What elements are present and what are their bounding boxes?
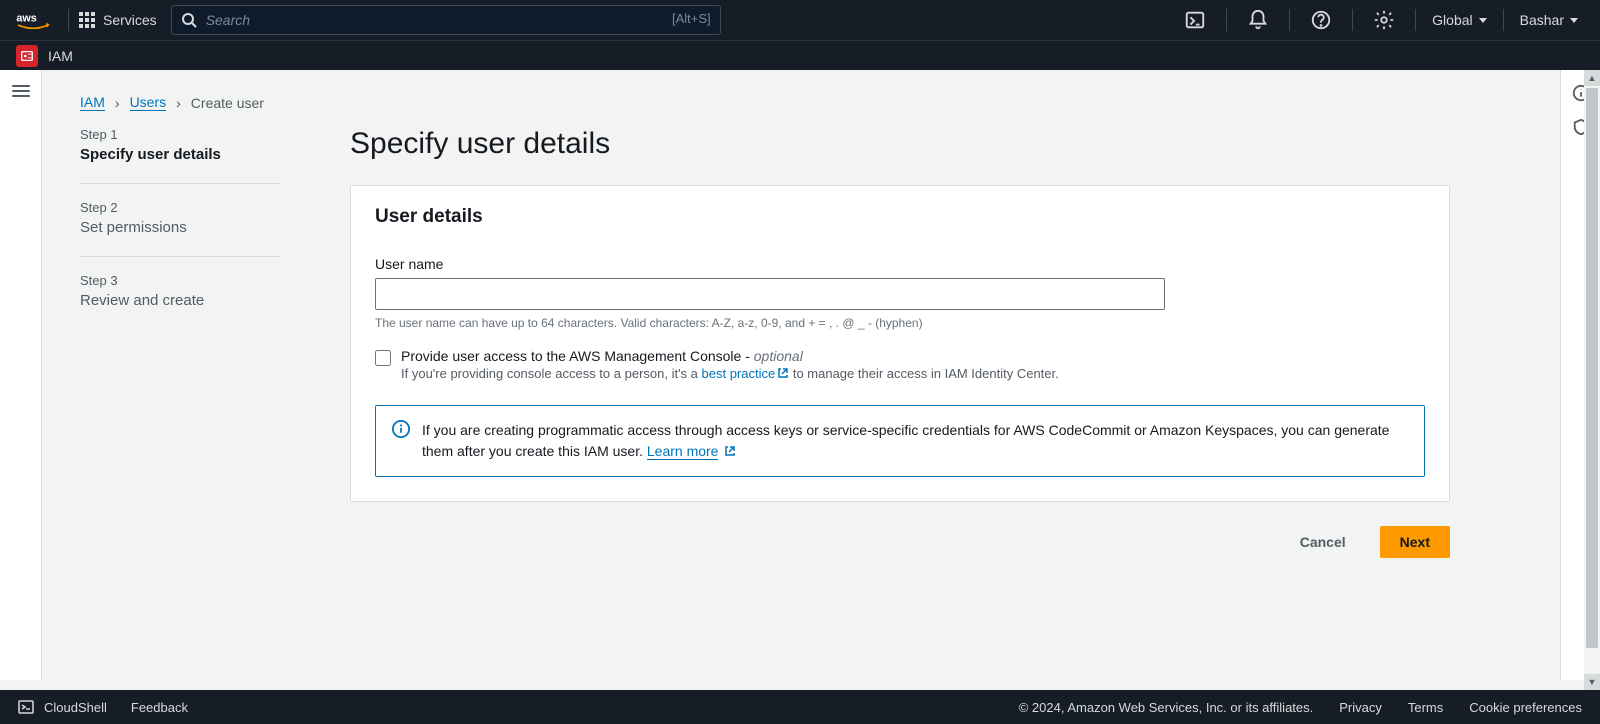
username-hint: The user name can have up to 64 characte… — [375, 316, 1425, 330]
nav-divider — [1415, 9, 1416, 31]
step-title: Review and create — [80, 292, 280, 309]
expand-sidebar-button[interactable] — [12, 82, 30, 100]
feedback-link[interactable]: Feedback — [131, 700, 188, 715]
username-input[interactable] — [375, 278, 1165, 310]
nav-divider — [68, 9, 69, 31]
settings-icon[interactable] — [1373, 9, 1395, 31]
breadcrumb-iam[interactable]: IAM — [80, 94, 105, 111]
chevron-right-icon: › — [115, 95, 120, 111]
chevron-down-icon — [1479, 18, 1487, 23]
wizard-step-2[interactable]: Step 2 Set permissions — [80, 200, 280, 257]
grid-icon — [79, 12, 95, 28]
scroll-thumb[interactable] — [1586, 88, 1598, 648]
nav-divider — [1503, 9, 1504, 31]
info-icon — [392, 420, 410, 438]
search-icon — [181, 12, 197, 28]
page-title: Specify user details — [350, 127, 1450, 161]
privacy-link[interactable]: Privacy — [1339, 700, 1382, 715]
learn-more-link[interactable]: Learn more — [647, 443, 719, 460]
panel-title: User details — [375, 206, 1425, 228]
vertical-scrollbar[interactable]: ▲ ▼ — [1584, 70, 1600, 690]
cookies-link[interactable]: Cookie preferences — [1469, 700, 1582, 715]
region-selector[interactable]: Global — [1426, 12, 1492, 28]
aws-logo-icon[interactable]: aws — [16, 10, 50, 30]
username-label: User name — [375, 256, 1425, 272]
step-number: Step 2 — [80, 200, 280, 215]
scroll-up-button[interactable]: ▲ — [1584, 70, 1600, 86]
search-shortcut-hint: [Alt+S] — [672, 11, 711, 26]
chevron-down-icon — [1570, 18, 1578, 23]
services-label: Services — [103, 12, 157, 28]
next-button[interactable]: Next — [1380, 526, 1450, 558]
user-label: Bashar — [1520, 12, 1564, 28]
breadcrumb-current: Create user — [191, 95, 264, 111]
nav-divider — [1352, 9, 1353, 31]
svg-text:aws: aws — [16, 13, 36, 25]
help-icon[interactable] — [1310, 9, 1332, 31]
service-name[interactable]: IAM — [48, 48, 73, 64]
copyright-text: © 2024, Amazon Web Services, Inc. or its… — [1019, 700, 1314, 715]
notifications-icon[interactable] — [1247, 9, 1269, 31]
cloudshell-icon[interactable] — [1184, 9, 1206, 31]
step-title: Specify user details — [80, 146, 280, 163]
search-input[interactable] — [171, 5, 721, 35]
account-menu[interactable]: Bashar — [1514, 12, 1584, 28]
cloudshell-footer-icon — [18, 699, 34, 715]
external-link-icon — [777, 367, 789, 379]
breadcrumb-users[interactable]: Users — [130, 94, 167, 111]
nav-divider — [1226, 9, 1227, 31]
external-link-icon — [724, 445, 736, 457]
region-label: Global — [1432, 12, 1472, 28]
console-access-sub: If you're providing console access to a … — [401, 366, 1059, 381]
services-menu-button[interactable]: Services — [79, 12, 157, 28]
wizard-step-1[interactable]: Step 1 Specify user details — [80, 127, 280, 184]
cancel-button[interactable]: Cancel — [1280, 526, 1366, 558]
best-practice-link[interactable]: best practice — [702, 366, 790, 381]
step-title: Set permissions — [80, 219, 280, 236]
scroll-down-button[interactable]: ▼ — [1584, 674, 1600, 690]
breadcrumb: IAM › Users › Create user — [80, 94, 1520, 111]
iam-service-icon[interactable] — [16, 45, 38, 67]
user-details-panel: User details User name The user name can… — [350, 185, 1450, 502]
step-number: Step 1 — [80, 127, 280, 142]
console-access-checkbox[interactable] — [375, 350, 391, 366]
wizard-step-3[interactable]: Step 3 Review and create — [80, 273, 280, 329]
info-alert: If you are creating programmatic access … — [375, 405, 1425, 477]
step-number: Step 3 — [80, 273, 280, 288]
console-access-label: Provide user access to the AWS Managemen… — [401, 348, 1059, 364]
cloudshell-link[interactable]: CloudShell — [44, 700, 107, 715]
chevron-right-icon: › — [176, 95, 181, 111]
terms-link[interactable]: Terms — [1408, 700, 1443, 715]
nav-divider — [1289, 9, 1290, 31]
